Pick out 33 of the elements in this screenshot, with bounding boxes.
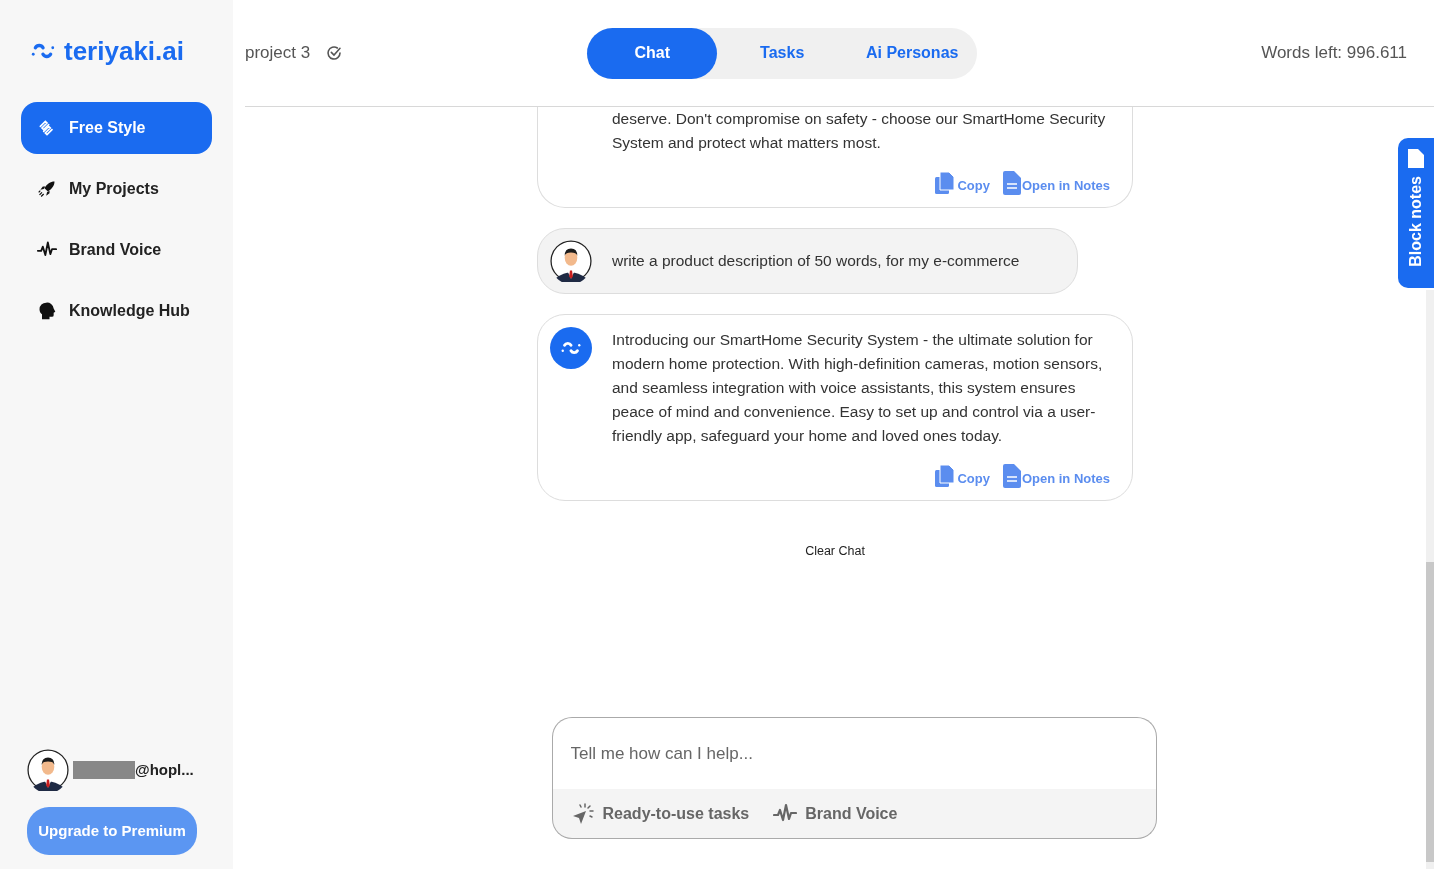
clear-chat-button[interactable]: Clear Chat <box>805 542 865 561</box>
user-email: @hopl... <box>135 759 194 780</box>
message-text: deserve. Don't compromise on safety - choose our SmartHome Security System and protect what matters most. <box>612 109 1107 153</box>
sidebar-item[interactable]: Brand Voice <box>21 224 212 276</box>
block-notes-tab[interactable]: Block notes <box>1398 138 1434 288</box>
sidebar-item[interactable]: Knowledge Hub <box>21 285 212 337</box>
rocket-icon <box>37 179 57 199</box>
redacted-bar <box>73 761 135 779</box>
document-icon <box>1408 148 1424 168</box>
upgrade-button[interactable]: Upgrade to Premium <box>27 807 197 855</box>
words-left: Words left: 996.611 <box>1261 42 1407 65</box>
sidebar-item[interactable]: My Projects <box>21 163 212 215</box>
user-avatar <box>27 749 69 791</box>
document-icon <box>1001 171 1022 195</box>
logo-text: teriyaki.ai <box>64 38 184 64</box>
open-in-notes-button[interactable]: Open in Notes <box>1001 464 1110 488</box>
project-title: project 3 <box>245 42 311 65</box>
composer-tool[interactable]: Ready-to-use tasks <box>570 801 750 826</box>
message-text: Introducing our SmartHome Security System - the ultimate solution for modern home protection. With high-definition cameras, motion sensors, and seamless integration with voice assistants, this system ensures peace of mind and convenience. Easy to set up and control via a user-friendly app, safeguard your home and loved ones today. <box>612 330 1104 446</box>
tab[interactable]: Tasks <box>717 27 848 79</box>
tab[interactable]: Ai Personas <box>847 27 978 79</box>
message-input[interactable]: Tell me how can I help... <box>551 717 1157 789</box>
check-circle-icon[interactable] <box>326 45 343 61</box>
copy-button[interactable]: Copy <box>933 171 990 195</box>
composer-tool[interactable]: Brand Voice <box>773 801 898 826</box>
head-silhouette-icon <box>37 301 57 321</box>
sidebar-item[interactable]: Free Style <box>21 102 212 154</box>
document-icon <box>1001 464 1022 488</box>
copy-button[interactable]: Copy <box>933 464 990 488</box>
tab[interactable]: Chat <box>587 27 718 79</box>
message-text: write a product description of 50 words, for my e-commerce <box>612 251 1021 271</box>
user-avatar <box>550 240 592 282</box>
open-in-notes-button[interactable]: Open in Notes <box>1001 171 1110 195</box>
